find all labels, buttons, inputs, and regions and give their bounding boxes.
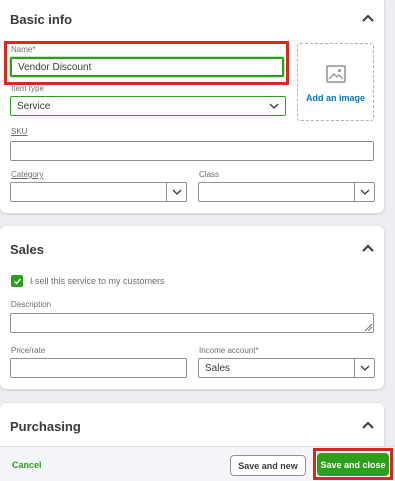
- item-type-label: Item type: [11, 84, 44, 93]
- cancel-button[interactable]: Cancel: [12, 460, 42, 470]
- footer-bar: Cancel Save and new Save and close: [0, 446, 395, 481]
- basic-info-card: Basic info Name* Vendor Discount Add an …: [0, 0, 384, 213]
- category-label: Category: [11, 170, 44, 179]
- category-dropdown-button[interactable]: [166, 182, 187, 202]
- image-placeholder-icon: [326, 65, 346, 83]
- sku-label: SKU: [11, 127, 28, 136]
- sales-card: Sales I sell this service to my customer…: [0, 226, 384, 389]
- chevron-down-icon: [360, 365, 369, 371]
- item-type-value: Service: [17, 100, 51, 112]
- class-input[interactable]: [198, 182, 355, 202]
- price-rate-input[interactable]: [10, 358, 187, 378]
- income-account-input[interactable]: Sales: [198, 358, 355, 378]
- income-account-dropdown-button[interactable]: [354, 358, 375, 378]
- chevron-up-icon[interactable]: [359, 10, 377, 28]
- class-label: Class: [199, 170, 220, 179]
- chevron-down-icon: [360, 189, 369, 195]
- description-label: Description: [11, 300, 52, 309]
- save-and-close-button[interactable]: Save and close: [317, 453, 389, 476]
- name-label: Name*: [11, 45, 36, 54]
- item-type-select[interactable]: Service: [10, 96, 286, 116]
- description-textarea[interactable]: [10, 313, 374, 333]
- sell-checkbox[interactable]: [11, 275, 23, 287]
- class-dropdown-button[interactable]: [354, 182, 375, 202]
- sales-title: Sales: [10, 242, 44, 257]
- income-account-label: Income account*: [199, 346, 259, 355]
- purchasing-title: Purchasing: [10, 419, 81, 434]
- chevron-up-icon[interactable]: [359, 417, 377, 435]
- price-rate-label: Price/rate: [11, 346, 46, 355]
- chevron-down-icon: [269, 103, 279, 109]
- category-input[interactable]: [10, 182, 167, 202]
- chevron-down-icon: [172, 189, 181, 195]
- resize-handle-icon[interactable]: [363, 322, 373, 332]
- sku-input[interactable]: [10, 141, 374, 161]
- add-image-label[interactable]: Add an image: [298, 93, 373, 103]
- chevron-up-icon[interactable]: [359, 240, 377, 258]
- add-image-dropzone[interactable]: Add an image: [297, 43, 374, 121]
- sell-checkbox-label[interactable]: I sell this service to my customers: [30, 276, 165, 286]
- checkmark-icon: [13, 278, 21, 285]
- basic-info-title: Basic info: [10, 12, 73, 27]
- save-and-new-button[interactable]: Save and new: [230, 455, 306, 476]
- name-input[interactable]: Vendor Discount: [10, 57, 284, 77]
